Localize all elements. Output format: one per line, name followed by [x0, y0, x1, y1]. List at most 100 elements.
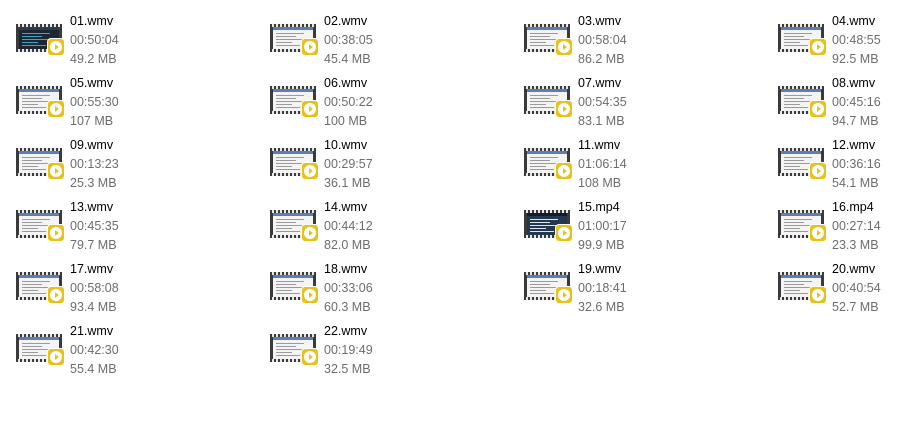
- video-thumbnail[interactable]: [522, 260, 574, 304]
- file-name[interactable]: 16.mp4: [832, 198, 881, 217]
- file-name[interactable]: 17.wmv: [70, 260, 119, 279]
- video-thumbnail[interactable]: [522, 74, 574, 118]
- video-thumbnail[interactable]: [14, 198, 66, 242]
- file-item[interactable]: 19.wmv 00:18:41 32.6 MB: [522, 260, 776, 322]
- file-name[interactable]: 15.mp4: [578, 198, 627, 217]
- play-icon: [48, 101, 64, 117]
- file-item[interactable]: 01.wmv 00:50:04 49.2 MB: [14, 12, 268, 74]
- file-item[interactable]: 14.wmv 00:44:12 82.0 MB: [268, 198, 522, 260]
- video-thumbnail[interactable]: [14, 74, 66, 118]
- file-name[interactable]: 03.wmv: [578, 12, 627, 31]
- play-icon: [810, 101, 826, 117]
- file-item[interactable]: 11.wmv 01:06:14 108 MB: [522, 136, 776, 198]
- play-icon: [302, 39, 318, 55]
- video-thumbnail[interactable]: [268, 12, 320, 56]
- file-size: 82.0 MB: [324, 238, 371, 252]
- file-duration: 01:06:14: [578, 157, 627, 171]
- file-duration: 00:19:49: [324, 343, 373, 357]
- video-thumbnail[interactable]: [522, 198, 574, 242]
- file-duration: 00:29:57: [324, 157, 373, 171]
- file-name[interactable]: 04.wmv: [832, 12, 881, 31]
- file-item[interactable]: 05.wmv 00:55:30 107 MB: [14, 74, 268, 136]
- file-name[interactable]: 06.wmv: [324, 74, 373, 93]
- file-name[interactable]: 01.wmv: [70, 12, 119, 31]
- file-name[interactable]: 22.wmv: [324, 322, 373, 341]
- video-thumbnail[interactable]: [776, 12, 828, 56]
- file-meta: 04.wmv 00:48:55 92.5 MB: [832, 12, 881, 69]
- file-name[interactable]: 13.wmv: [70, 198, 119, 217]
- file-duration: 00:54:35: [578, 95, 627, 109]
- file-name[interactable]: 08.wmv: [832, 74, 881, 93]
- file-grid: 01.wmv 00:50:04 49.2 MB 02.wmv 00:38:05 …: [14, 12, 914, 384]
- file-item[interactable]: 06.wmv 00:50:22 100 MB: [268, 74, 522, 136]
- file-size: 108 MB: [578, 176, 622, 190]
- file-name[interactable]: 12.wmv: [832, 136, 881, 155]
- video-thumbnail[interactable]: [776, 198, 828, 242]
- file-duration: 00:55:30: [70, 95, 119, 109]
- video-thumbnail[interactable]: [268, 322, 320, 366]
- file-size: 32.5 MB: [324, 362, 371, 376]
- file-name[interactable]: 02.wmv: [324, 12, 373, 31]
- file-name[interactable]: 20.wmv: [832, 260, 881, 279]
- file-item[interactable]: 02.wmv 00:38:05 45.4 MB: [268, 12, 522, 74]
- file-meta: 22.wmv 00:19:49 32.5 MB: [324, 322, 373, 379]
- video-thumbnail[interactable]: [522, 136, 574, 180]
- file-item[interactable]: 10.wmv 00:29:57 36.1 MB: [268, 136, 522, 198]
- file-item[interactable]: 07.wmv 00:54:35 83.1 MB: [522, 74, 776, 136]
- file-item[interactable]: 13.wmv 00:45:35 79.7 MB: [14, 198, 268, 260]
- video-thumbnail[interactable]: [776, 136, 828, 180]
- file-name[interactable]: 07.wmv: [578, 74, 627, 93]
- file-item[interactable]: 12.wmv 00:36:16 54.1 MB: [776, 136, 914, 198]
- file-duration: 00:58:08: [70, 281, 119, 295]
- file-item[interactable]: 03.wmv 00:58:04 86.2 MB: [522, 12, 776, 74]
- video-thumbnail[interactable]: [268, 74, 320, 118]
- file-name[interactable]: 09.wmv: [70, 136, 119, 155]
- play-icon: [556, 163, 572, 179]
- file-name[interactable]: 11.wmv: [578, 136, 627, 155]
- video-thumbnail[interactable]: [14, 260, 66, 304]
- file-item[interactable]: 20.wmv 00:40:54 52.7 MB: [776, 260, 914, 322]
- file-name[interactable]: 05.wmv: [70, 74, 119, 93]
- file-item[interactable]: 18.wmv 00:33:06 60.3 MB: [268, 260, 522, 322]
- file-name[interactable]: 14.wmv: [324, 198, 373, 217]
- file-name[interactable]: 21.wmv: [70, 322, 119, 341]
- play-icon: [48, 287, 64, 303]
- file-meta: 19.wmv 00:18:41 32.6 MB: [578, 260, 627, 317]
- play-icon: [48, 163, 64, 179]
- file-duration: 00:27:14: [832, 219, 881, 233]
- file-meta: 08.wmv 00:45:16 94.7 MB: [832, 74, 881, 131]
- file-item[interactable]: 09.wmv 00:13:23 25.3 MB: [14, 136, 268, 198]
- file-size: 55.4 MB: [70, 362, 117, 376]
- file-name[interactable]: 19.wmv: [578, 260, 627, 279]
- file-item[interactable]: 08.wmv 00:45:16 94.7 MB: [776, 74, 914, 136]
- file-item[interactable]: 17.wmv 00:58:08 93.4 MB: [14, 260, 268, 322]
- file-name[interactable]: 18.wmv: [324, 260, 373, 279]
- file-name[interactable]: 10.wmv: [324, 136, 373, 155]
- file-size: 79.7 MB: [70, 238, 117, 252]
- video-thumbnail[interactable]: [776, 260, 828, 304]
- video-thumbnail[interactable]: [522, 12, 574, 56]
- file-item[interactable]: 16.mp4 00:27:14 23.3 MB: [776, 198, 914, 260]
- play-icon: [302, 225, 318, 241]
- play-icon: [48, 349, 64, 365]
- file-item[interactable]: 04.wmv 00:48:55 92.5 MB: [776, 12, 914, 74]
- file-meta: 07.wmv 00:54:35 83.1 MB: [578, 74, 627, 131]
- file-item[interactable]: 22.wmv 00:19:49 32.5 MB: [268, 322, 522, 384]
- play-icon: [810, 163, 826, 179]
- file-duration: 01:00:17: [578, 219, 627, 233]
- video-thumbnail[interactable]: [268, 136, 320, 180]
- video-thumbnail[interactable]: [14, 322, 66, 366]
- play-icon: [556, 287, 572, 303]
- video-thumbnail[interactable]: [776, 74, 828, 118]
- file-duration: 00:58:04: [578, 33, 627, 47]
- video-thumbnail[interactable]: [14, 136, 66, 180]
- video-thumbnail[interactable]: [268, 260, 320, 304]
- video-thumbnail[interactable]: [268, 198, 320, 242]
- play-icon: [810, 287, 826, 303]
- file-size: 52.7 MB: [832, 300, 879, 314]
- video-thumbnail[interactable]: [14, 12, 66, 56]
- file-meta: 13.wmv 00:45:35 79.7 MB: [70, 198, 119, 255]
- file-item[interactable]: 15.mp4 01:00:17 99.9 MB: [522, 198, 776, 260]
- file-size: 99.9 MB: [578, 238, 625, 252]
- file-item[interactable]: 21.wmv 00:42:30 55.4 MB: [14, 322, 268, 384]
